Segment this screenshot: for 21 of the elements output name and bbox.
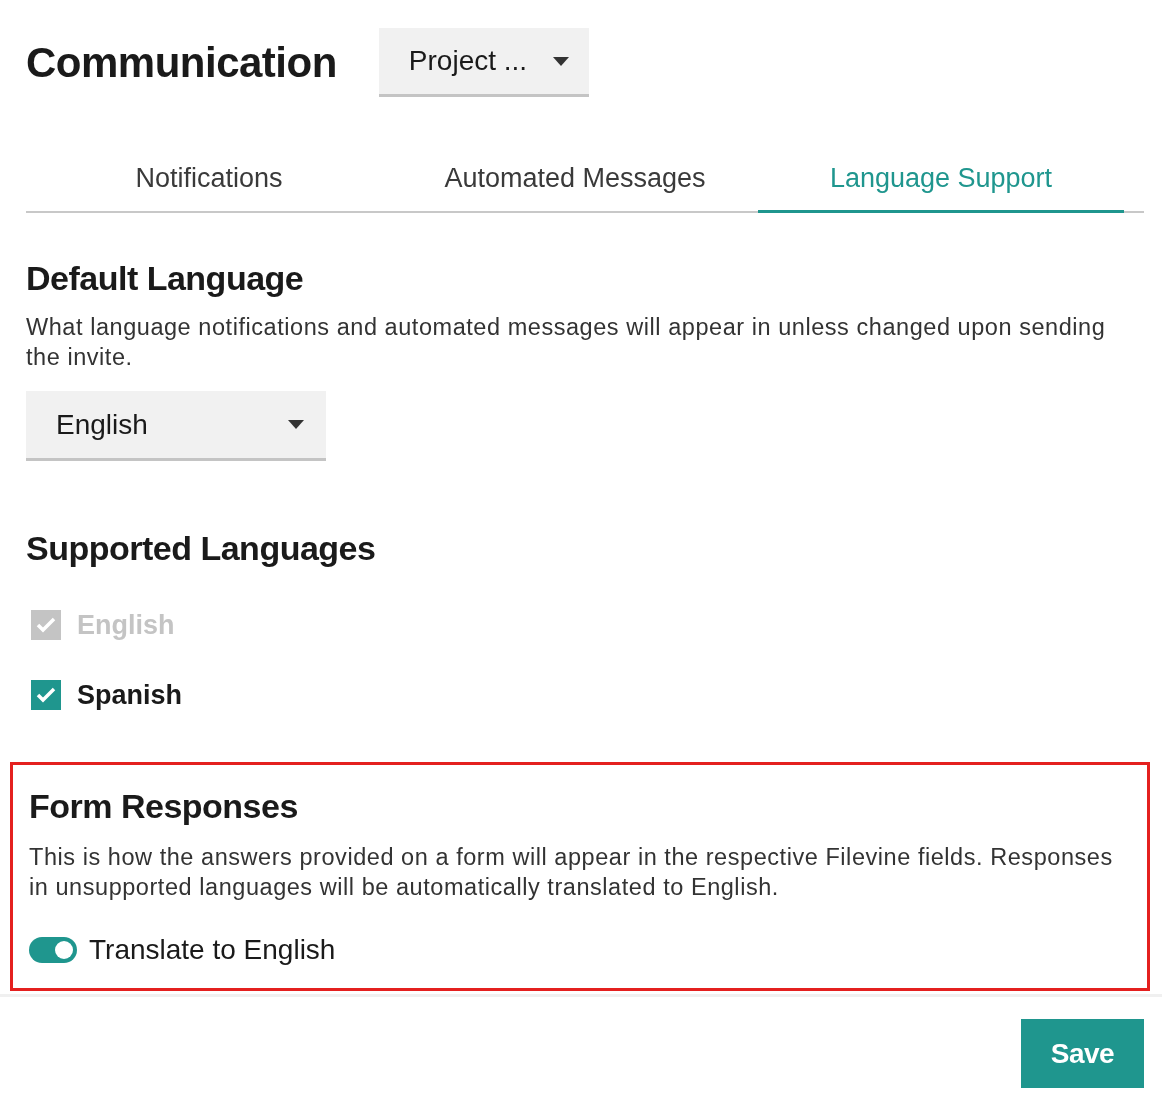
checkbox-label: Spanish <box>77 679 183 711</box>
tab[interactable]: Notifications <box>26 145 392 213</box>
caret-icon <box>553 56 570 66</box>
checkbox-label: English <box>77 609 175 641</box>
check-icon <box>36 687 56 703</box>
section-description: This is how the answers provided on a form will appear in the respective Filevine fields. Responses in unsupported languages will be automatically translated to English. <box>29 843 1114 902</box>
tab[interactable]: Automated Messages <box>392 145 758 213</box>
toggle-label: Translate to English <box>89 934 336 966</box>
tab[interactable]: Language Support <box>758 145 1124 213</box>
section-heading: Supported Languages <box>26 529 377 568</box>
section-heading: Form Responses <box>29 787 299 826</box>
page-title: Communication <box>26 38 337 87</box>
caret-icon <box>288 420 304 429</box>
language-dropdown[interactable]: English <box>26 391 326 461</box>
section-description: What language notifications and automated messages will appear in unless changed upon sending the invite. <box>26 313 1107 372</box>
check-icon <box>36 617 56 633</box>
project-dropdown[interactable]: Project ... <box>378 28 590 97</box>
section-heading: Default Language <box>26 259 305 298</box>
checkbox[interactable] <box>31 680 61 710</box>
save-button[interactable]: Save <box>1021 1019 1144 1088</box>
toggle-switch[interactable] <box>29 937 77 963</box>
